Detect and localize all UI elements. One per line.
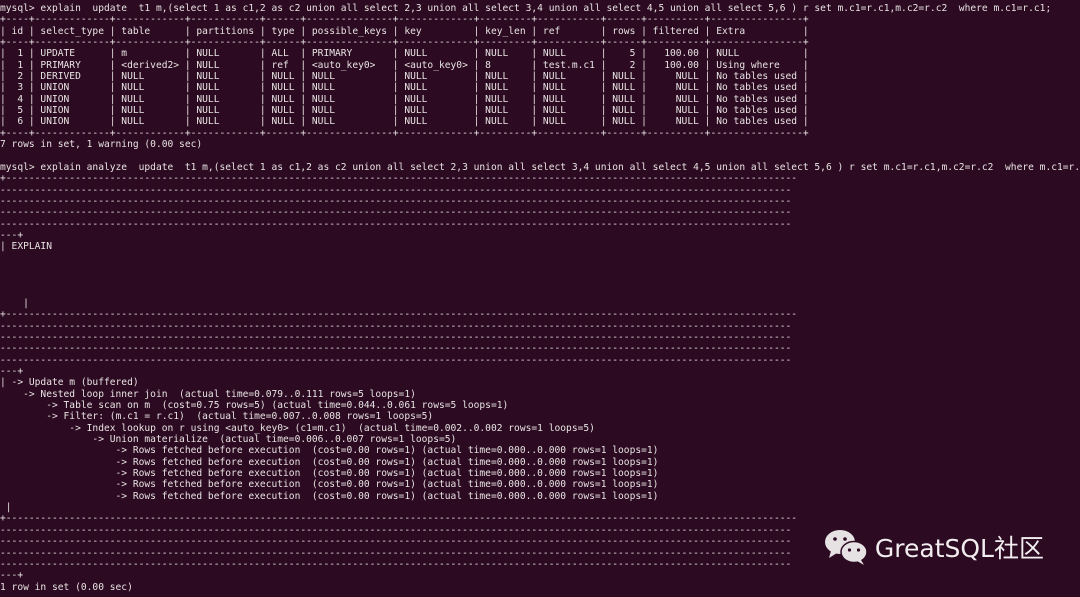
terminal-line: -> Filter: (m.c1 = r.c1) (actual time=0.…	[0, 411, 434, 423]
terminal-line: ----------------------------------------…	[0, 320, 792, 332]
terminal-line: | -> Update m (buffered)	[0, 377, 139, 389]
terminal-line: -> Rows fetched before execution (cost=0…	[0, 445, 659, 457]
terminal-line: ----------------------------------------…	[0, 184, 792, 196]
terminal-output[interactable]: mysql> explain update t1 m,(select 1 as …	[0, 0, 1080, 597]
terminal-line: -> Rows fetched before execution (cost=0…	[0, 456, 659, 468]
terminal-line: ----------------------------------------…	[0, 195, 792, 207]
terminal-line: |	[0, 502, 12, 514]
terminal-line: ---+	[0, 229, 24, 241]
terminal-line: 7 rows in set, 1 warning (0.00 sec)	[0, 139, 203, 151]
terminal-line: mysql> explain update t1 m,(select 1 as …	[0, 3, 1052, 14]
terminal-line: 1 row in set (0.00 sec)	[0, 581, 133, 593]
terminal-line: | 5 | UNION | NULL | NULL | NULL | NULL …	[0, 105, 809, 117]
terminal-line: +---------------------------------------…	[0, 309, 798, 321]
watermark: GreatSQL社区	[823, 528, 1044, 566]
terminal-line: | 3 | UNION | NULL | NULL | NULL | NULL …	[0, 82, 809, 94]
terminal-line: |	[0, 297, 29, 309]
terminal-line: +---------------------------------------…	[0, 173, 798, 185]
terminal-line: ----------------------------------------…	[0, 354, 792, 366]
terminal-line: +----+-------------+------------+-------…	[0, 127, 809, 139]
terminal-line: -> Rows fetched before execution (cost=0…	[0, 468, 659, 480]
terminal-line: +----+-------------+------------+-------…	[0, 37, 809, 49]
terminal-line: mysql> explain analyze update t1 m,(sele…	[0, 161, 1080, 173]
terminal-line: -> Index lookup on r using <auto_key0> (…	[0, 422, 595, 434]
terminal-line: | 1 | PRIMARY | <derived2> | NULL | ref …	[0, 59, 809, 71]
terminal-line: +----+-------------+------------+-------…	[0, 14, 809, 26]
terminal-line: | 6 | UNION | NULL | NULL | NULL | NULL …	[0, 116, 809, 128]
terminal-line: | 4 | UNION | NULL | NULL | NULL | NULL …	[0, 93, 809, 105]
wechat-icon	[824, 530, 868, 565]
terminal-line: | 1 | UPDATE | m | NULL | ALL | PRIMARY …	[0, 48, 809, 60]
terminal-line: ----------------------------------------…	[0, 218, 792, 230]
terminal-line: ----------------------------------------…	[0, 343, 792, 355]
terminal-line: | 2 | DERIVED | NULL | NULL | NULL | NUL…	[0, 71, 809, 83]
terminal-line: +---------------------------------------…	[0, 513, 798, 525]
terminal-line: | id | select_type | table | partitions …	[0, 25, 809, 37]
terminal-line: ----------------------------------------…	[0, 331, 792, 343]
terminal-line: -> Rows fetched before execution (cost=0…	[0, 490, 659, 502]
terminal-line: -> Nested loop inner join (actual time=0…	[0, 388, 416, 400]
terminal-line: ---+	[0, 570, 24, 582]
terminal-line: -> Rows fetched before execution (cost=0…	[0, 479, 659, 491]
terminal-line: | EXPLAIN	[0, 241, 52, 253]
watermark-text: GreatSQL社区	[874, 534, 1044, 563]
terminal-line: ---+	[0, 366, 24, 377]
terminal-line: ----------------------------------------…	[0, 207, 792, 219]
terminal-line: -> Table scan on m (cost=0.75 rows=5) (a…	[0, 400, 509, 412]
terminal-line: -> Union materialize (actual time=0.006.…	[0, 434, 457, 446]
